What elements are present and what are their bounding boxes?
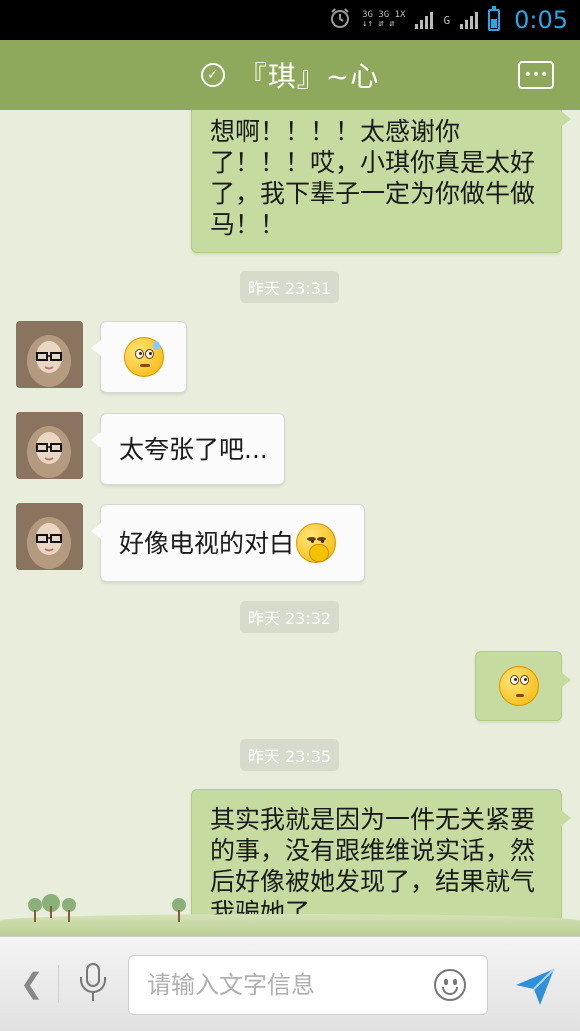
- status-time: 0:05: [514, 6, 568, 34]
- tree-icon: [172, 898, 186, 922]
- microphone-icon[interactable]: [76, 963, 112, 1005]
- contact-avatar[interactable]: [16, 412, 83, 479]
- send-plane-icon[interactable]: [512, 963, 558, 1009]
- signal-strength-icon: [415, 11, 434, 29]
- message-text: 其实我就是因为一件无关紧要的事，没有跟维维说实话，然后好像被她发现了，结果就气我…: [210, 805, 536, 927]
- battery-icon: [488, 6, 501, 31]
- message-timestamp: 昨天 23:32: [240, 601, 339, 633]
- chat-message-list[interactable]: 想啊！！！！太感谢你了！！！哎，小琪你真是太好了，我下辈子一定为你做牛做马！！ …: [0, 110, 580, 936]
- message-text: 太夸张了吧...: [119, 435, 268, 464]
- tree-icon: [42, 894, 60, 922]
- status-bar: 3G 3G 1X ↓↑ ⇵ ⇵ G 0:05: [0, 0, 580, 40]
- signal-type-letter: G: [443, 13, 451, 27]
- message-timestamp: 昨天 23:31: [240, 271, 339, 303]
- chat-title: 『琪』~心: [238, 60, 380, 93]
- message-bubble-incoming[interactable]: 太夸张了吧...: [91, 413, 285, 485]
- message-bubble-outgoing[interactable]: 想啊！！！！太感谢你了！！！哎，小琪你真是太好了，我下辈子一定为你做牛做马！！: [191, 110, 571, 253]
- chat-header: ✓ 『琪』~心 •••: [0, 40, 580, 116]
- tree-icon: [28, 898, 42, 922]
- signal-strength-icon-2: [460, 11, 479, 29]
- rolling-eyes-face-emoji-icon: [498, 666, 539, 706]
- message-timestamp: 昨天 23:35: [240, 739, 339, 771]
- smiley-icon[interactable]: [434, 969, 466, 1001]
- check-circle-icon: ✓: [200, 63, 225, 87]
- more-options-button[interactable]: •••: [518, 61, 554, 89]
- message-bubble-outgoing[interactable]: [475, 651, 571, 721]
- message-bubble-incoming[interactable]: 好像电视的对白: [91, 504, 365, 582]
- hand-over-mouth-face-emoji-icon: [296, 523, 337, 563]
- message-text: 好像电视的对白: [119, 528, 295, 558]
- network-type-bottom: ↓↑ ⇵ ⇵: [362, 19, 395, 29]
- message-input-bar: ❮: [0, 936, 580, 1031]
- divider: [58, 965, 59, 1003]
- chevron-left-icon[interactable]: ❮: [20, 967, 43, 1000]
- sweat-face-emoji-icon: [123, 337, 164, 377]
- tree-icon: [62, 898, 76, 922]
- network-type-indicator: 3G 3G 1X ↓↑ ⇵ ⇵: [362, 11, 405, 29]
- message-text: 想啊！！！！太感谢你了！！！哎，小琪你真是太好了，我下辈子一定为你做牛做马！！: [210, 117, 536, 239]
- message-bubble-incoming[interactable]: [91, 321, 187, 393]
- contact-avatar[interactable]: [16, 321, 83, 388]
- contact-avatar[interactable]: [16, 503, 83, 570]
- alarm-clock-icon: [328, 6, 352, 34]
- decorative-ground: [0, 914, 580, 936]
